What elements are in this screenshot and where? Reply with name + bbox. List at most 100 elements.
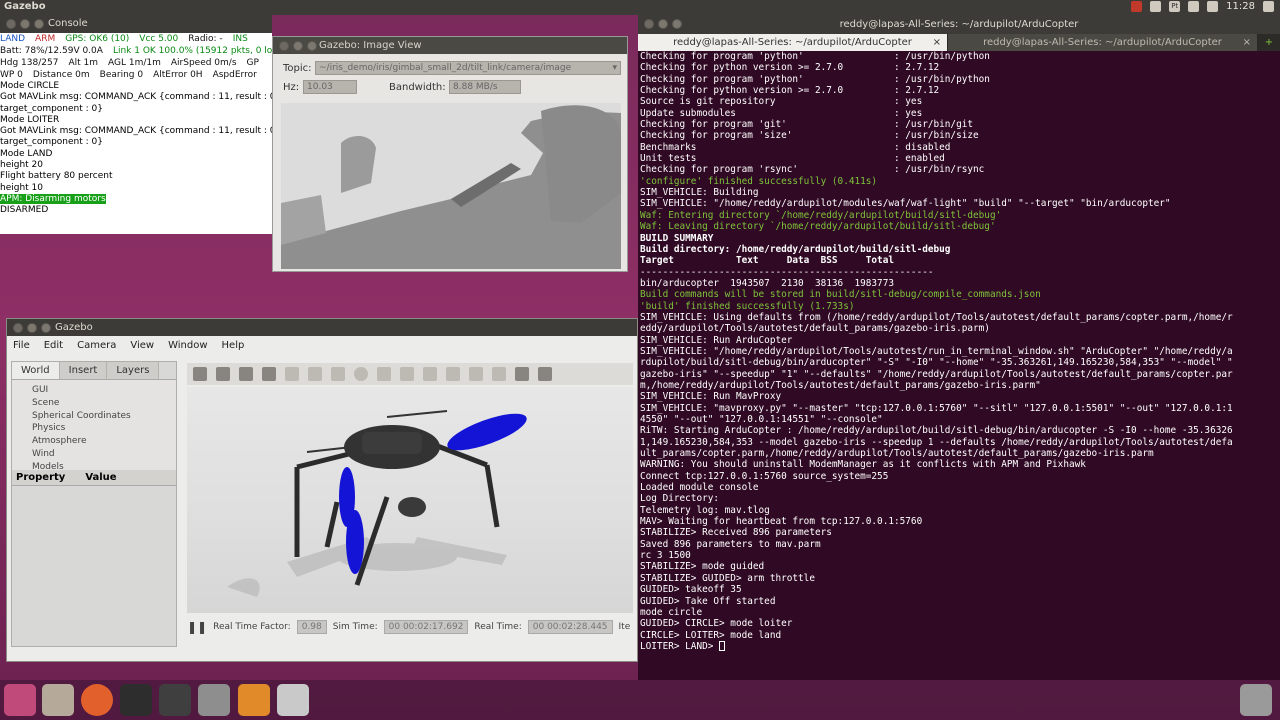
box-shape-icon[interactable] [331, 367, 345, 381]
3d-viewport[interactable] [187, 387, 633, 613]
tab-world[interactable]: World [12, 362, 60, 379]
minimize-icon[interactable] [20, 19, 30, 29]
status-item: Batt: 78%/12.59V 0.0A [0, 46, 103, 56]
sim-time-value: 00 00:02:17.692 [383, 620, 469, 634]
hz-field: 10.03 [303, 80, 357, 94]
sphere-shape-icon[interactable] [354, 367, 368, 381]
tree-item-gui[interactable]: GUI [32, 384, 176, 397]
gazebo-window: Gazebo File Edit Camera View Window Help… [6, 318, 638, 662]
minimize-icon[interactable] [658, 19, 668, 29]
terminal-line: m,/home/reddy/ardupilot/Tools/autotest/d… [640, 379, 1041, 391]
console-titlebar[interactable]: Console [0, 15, 272, 33]
close-icon[interactable]: × [933, 34, 941, 51]
rotate-mode-icon[interactable] [239, 367, 253, 381]
terminal-line: 'build' finished successfully (1.733s) [640, 300, 855, 312]
minimize-icon[interactable] [27, 323, 37, 333]
menu-window[interactable]: Window [168, 340, 207, 351]
ubuntu-menu-icon[interactable] [4, 684, 36, 716]
keyboard-layout-icon[interactable]: Pt [1169, 1, 1181, 12]
top-panel: Gazebo Pt 11:28 [0, 0, 1280, 15]
terminal-line: gazebo-iris" "--speedup" "1" "--defaults… [640, 368, 1233, 380]
tree-item-wind[interactable]: Wind [32, 448, 176, 461]
terminal-line: GUIDED> Take Off started [640, 595, 776, 607]
select-mode-icon[interactable] [193, 367, 207, 381]
active-app-title: Gazebo [4, 1, 46, 12]
property-header: Property Value [12, 470, 176, 486]
new-tab-icon[interactable]: + [1258, 34, 1280, 51]
paste-icon[interactable] [492, 367, 506, 381]
image-view-titlebar[interactable]: Gazebo: Image View [273, 37, 627, 54]
tree-item-spherical-coordinates[interactable]: Spherical Coordinates [32, 410, 176, 423]
menu-view[interactable]: View [130, 340, 154, 351]
mavproxy-console-window: Console LAND ARM GPS: OK6 (10) Vcc 5.00 Radi… [0, 15, 272, 234]
spot-light-icon[interactable] [423, 367, 437, 381]
terminal-line: STABILIZE> Received 896 parameters [640, 527, 832, 539]
cylinder-shape-icon[interactable] [377, 367, 391, 381]
terminal-line: STABILIZE> mode guided [640, 561, 765, 573]
terminal-line: Build directory: /home/reddy/ardupilot/b… [640, 243, 951, 255]
terminal-line: ult_params/copter.parm,/home/reddy/ardup… [640, 448, 1154, 460]
scale-mode-icon[interactable] [262, 367, 276, 381]
terminal-icon[interactable] [120, 684, 152, 716]
drive-icon[interactable] [277, 684, 309, 716]
menu-camera[interactable]: Camera [77, 340, 116, 351]
point-light-icon[interactable] [400, 367, 414, 381]
terminal-line: GUIDED> CIRCLE> mode loiter [640, 618, 793, 630]
terminal-titlebar[interactable]: reddy@lapas-All-Series: ~/ardupilot/Ardu… [638, 15, 1280, 34]
maximize-icon[interactable] [307, 41, 317, 51]
gazebo-app-icon[interactable] [238, 684, 270, 716]
redo-icon[interactable] [308, 367, 322, 381]
maximize-icon[interactable] [41, 323, 51, 333]
snap-icon[interactable] [538, 367, 552, 381]
trash-icon[interactable] [1240, 684, 1272, 716]
firefox-icon[interactable] [81, 684, 113, 716]
gazebo-titlebar[interactable]: Gazebo [7, 319, 637, 336]
align-icon[interactable] [515, 367, 529, 381]
iterations-label: Ite [618, 622, 631, 632]
tree-item-physics[interactable]: Physics [32, 422, 176, 435]
maximize-icon[interactable] [672, 19, 682, 29]
file-manager-icon[interactable] [42, 684, 74, 716]
network-icon[interactable] [1150, 1, 1162, 12]
tab-insert[interactable]: Insert [59, 362, 108, 379]
close-icon[interactable] [279, 41, 289, 51]
topic-select[interactable]: ~/iris_demo/iris/gimbal_small_2d/tilt_li… [315, 61, 621, 75]
menu-file[interactable]: File [13, 340, 30, 351]
terminal-window: reddy@lapas-All-Series: ~/ardupilot/Ardu… [638, 15, 1280, 680]
terminal-tab-2[interactable]: reddy@lapas-All-Series: ~/ardupilot/Ardu… [948, 34, 1258, 51]
gear-icon[interactable] [1263, 1, 1274, 12]
translate-mode-icon[interactable] [216, 367, 230, 381]
close-icon[interactable] [644, 19, 654, 29]
volume-icon[interactable] [1207, 1, 1219, 12]
directional-light-icon[interactable] [446, 367, 460, 381]
recording-icon[interactable] [1131, 1, 1143, 12]
close-icon[interactable]: × [1243, 34, 1251, 51]
xterm-icon[interactable] [159, 684, 191, 716]
tab-layers[interactable]: Layers [107, 362, 160, 379]
terminal-tab-1[interactable]: reddy@lapas-All-Series: ~/ardupilot/Ardu… [638, 34, 948, 51]
menu-help[interactable]: Help [222, 340, 245, 351]
copy-icon[interactable] [469, 367, 483, 381]
bluetooth-icon[interactable] [1188, 1, 1200, 12]
terminal-output[interactable]: Checking for program 'python' : /usr/bin… [638, 51, 1280, 652]
value-column: Value [85, 472, 117, 483]
help-icon[interactable] [198, 684, 230, 716]
clock[interactable]: 11:28 [1226, 1, 1255, 12]
sim-time-label: Sim Time: [332, 622, 378, 632]
menu-edit[interactable]: Edit [44, 340, 63, 351]
terminal-line: STABILIZE> GUIDED> arm throttle [640, 572, 815, 584]
terminal-line: rdupilot/build/sitl-debug/bin/arducopter… [640, 357, 1233, 369]
tree-item-atmosphere[interactable]: Atmosphere [32, 435, 176, 448]
maximize-icon[interactable] [34, 19, 44, 29]
world-tree: GUI Scene Spherical Coordinates Physics … [12, 380, 176, 470]
undo-icon[interactable] [285, 367, 299, 381]
tree-item-models[interactable]: Models [32, 461, 176, 470]
minimize-icon[interactable] [293, 41, 303, 51]
console-title: Console [48, 18, 88, 29]
close-icon[interactable] [13, 323, 23, 333]
tree-item-scene[interactable]: Scene [32, 397, 176, 410]
image-view-title: Gazebo: Image View [319, 40, 422, 51]
close-icon[interactable] [6, 19, 16, 29]
topic-value: ~/iris_demo/iris/gimbal_small_2d/tilt_li… [319, 63, 572, 73]
pause-icon[interactable]: ❚❚ [187, 620, 207, 634]
